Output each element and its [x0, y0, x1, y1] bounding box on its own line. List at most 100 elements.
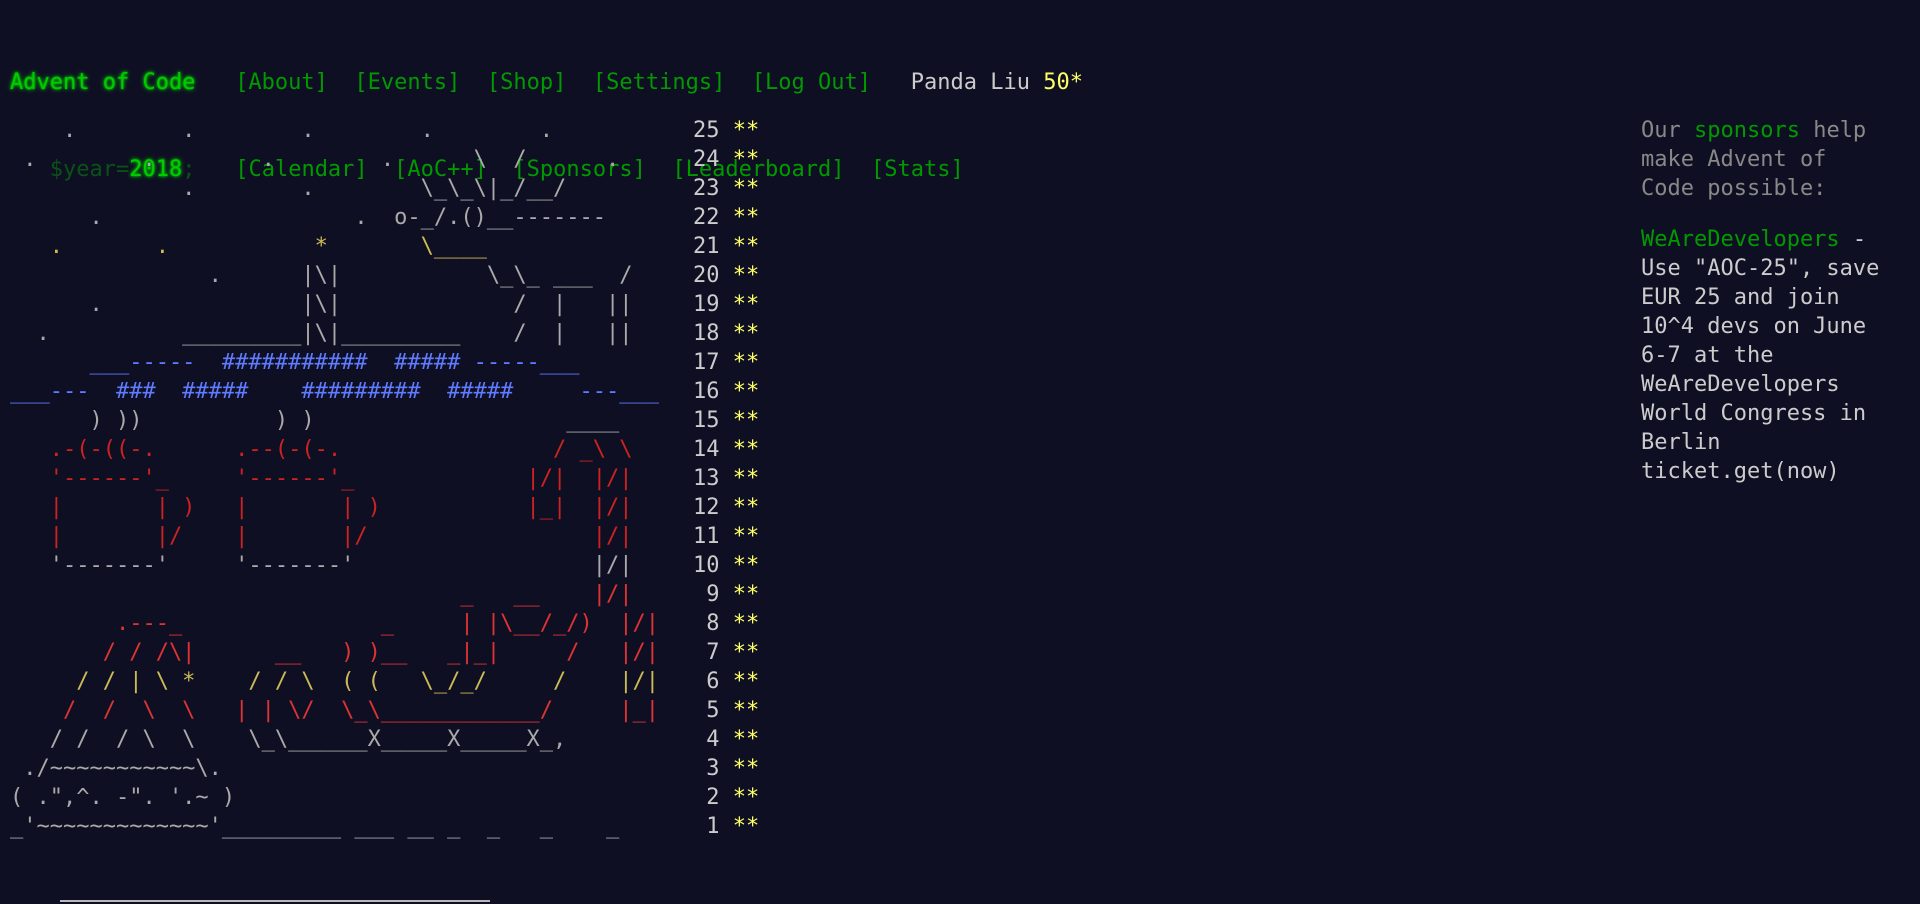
calendar-day-16[interactable]: ___--- ### ##### ######### ##### ---___ 1… — [10, 377, 759, 406]
calendar-day-24[interactable]: . . . . \ / . 24 ** — [10, 145, 759, 174]
calendar-art: . |\| \_\_ ___ / — [10, 263, 633, 288]
calendar-day-number: 3 — [693, 756, 720, 781]
nav-log-out[interactable]: [Log Out] — [752, 70, 871, 95]
calendar-day-number: 19 — [693, 292, 720, 317]
calendar-art: _ __ |/| — [10, 582, 633, 607]
calendar-day-stars: ** — [732, 698, 760, 723]
calendar-day-12[interactable]: | | ) | | ) |_| |/| 12 ** — [10, 493, 760, 522]
calendar-day-6[interactable]: / / | \ * / / \ ( ( \_/_/ / |/| 6 ** — [10, 667, 759, 696]
calendar-day-stars: ** — [732, 785, 760, 810]
calendar-day-11[interactable]: | |/ | |/ |/| 11 ** — [10, 522, 760, 551]
calendar-day-17[interactable]: ___----- ########### ##### -----___ 17 *… — [10, 348, 759, 377]
sponsor-link[interactable]: WeAreDevelopers — [1641, 227, 1840, 252]
calendar-day-stars: ** — [732, 350, 760, 375]
calendar-day-stars: ** — [732, 524, 760, 549]
calendar-day-13[interactable]: '------'_ '------'_ |/| |/| 13 ** — [10, 464, 760, 493]
calendar-day-9[interactable]: _ __ |/| 9 ** — [10, 580, 759, 609]
calendar-day-stars: ** — [732, 611, 760, 636]
calendar-art: _'~~~~~~~~~~~~~'_________ ___ __ _ _ _ _ — [10, 814, 660, 839]
calendar-day-number: 10 — [693, 553, 720, 578]
calendar-art: '------'_ '------'_ |/| |/| — [10, 466, 633, 491]
calendar-art: . . o-_/.()__------- — [10, 205, 620, 230]
horizontal-scrollbar[interactable] — [60, 900, 490, 902]
calendar-day-1[interactable]: _'~~~~~~~~~~~~~'_________ ___ __ _ _ _ _… — [10, 812, 759, 841]
calendar-day-20[interactable]: . |\| \_\_ ___ / 20 ** — [10, 261, 760, 290]
calendar-day-number: 12 — [693, 495, 720, 520]
calendar-day-number: 22 — [693, 205, 720, 230]
calendar-day-3[interactable]: ./~~~~~~~~~~~\. 3 ** — [10, 754, 759, 783]
calendar-art: ./~~~~~~~~~~~\. — [10, 756, 620, 781]
calendar-day-stars: ** — [732, 321, 760, 346]
nav-about[interactable]: [About] — [235, 70, 328, 95]
calendar-day-2[interactable]: ( .",^. -". '.~ ) 2 ** — [10, 783, 759, 812]
nav-stats[interactable]: [Stats] — [871, 157, 964, 182]
calendar-day-stars: ** — [732, 379, 760, 404]
calendar-day-number: 18 — [693, 321, 720, 346]
calendar-day-stars: ** — [732, 118, 760, 143]
calendar-day-number: 13 — [693, 466, 720, 491]
calendar-day-19[interactable]: . |\| / | || 19 ** — [10, 290, 759, 319]
calendar-day-5[interactable]: / / \ \ | | \/ \_\____________/ |_| 5 ** — [10, 696, 759, 725]
calendar-day-10[interactable]: '-------' '-------' |/| 10 ** — [10, 551, 760, 580]
calendar-day-number: 2 — [693, 785, 720, 810]
calendar-day-number: 14 — [693, 437, 720, 462]
calendar-day-21[interactable]: . . * \____ 21 ** — [10, 232, 760, 261]
header-row-1: Advent of Code [About] [Events] [Shop] [… — [10, 68, 1083, 97]
calendar-art: | |/ | |/ |/| — [10, 524, 633, 549]
sponsor-ad: WeAreDevelopers - Use "AOC-25", save EUR… — [1641, 225, 1891, 486]
user-name: Panda Liu — [910, 70, 1030, 95]
calendar-day-7[interactable]: / / /\| __ ) )__ _|_| / |/| 7 ** — [10, 638, 760, 667]
calendar-art: ___--- ### ##### ######### ##### ---___ — [10, 379, 660, 404]
calendar-art: / / / \ \ \_\______X_____X_____X_, — [10, 727, 646, 752]
calendar-day-25[interactable]: . . . . . 25 ** — [10, 116, 759, 145]
calendar: . . . . . 25 ** . . . . \ / . 24 ** . . … — [10, 116, 759, 841]
calendar-day-number: 8 — [693, 611, 720, 636]
calendar-art: . |\| / | || — [10, 292, 633, 317]
calendar-art: / / /\| __ ) )__ _|_| / |/| — [10, 640, 660, 665]
calendar-art: .-(-((-. .--(-(-. / _\ \ — [10, 437, 646, 462]
user-star-count: 50* — [1043, 70, 1083, 95]
calendar-day-number: 7 — [693, 640, 720, 665]
calendar-day-number: 15 — [693, 408, 720, 433]
calendar-day-stars: ** — [732, 205, 760, 230]
calendar-day-number: 24 — [693, 147, 720, 172]
calendar-day-8[interactable]: .---_ _ | |\__/_/) |/| 8 ** — [10, 609, 759, 638]
calendar-day-stars: ** — [732, 466, 760, 491]
calendar-day-stars: ** — [732, 437, 760, 462]
calendar-day-15[interactable]: ) )) ) ) ____ 15 ** — [10, 406, 759, 435]
calendar-day-22[interactable]: . . o-_/.()__------- 22 ** — [10, 203, 759, 232]
calendar-day-stars: ** — [732, 756, 760, 781]
calendar-day-number: 20 — [693, 263, 720, 288]
calendar-day-stars: ** — [732, 147, 760, 172]
calendar-day-23[interactable]: . . \_\_\|_/__/ 23 ** — [10, 174, 759, 203]
calendar-day-18[interactable]: . _________|\|_________ / | || 18 ** — [10, 319, 759, 348]
calendar-art: ( .",^. -". '.~ ) — [10, 785, 633, 810]
calendar-day-stars: ** — [732, 292, 760, 317]
calendar-art: .---_ _ | |\__/_/) |/| — [10, 611, 660, 636]
calendar-day-stars: ** — [732, 814, 760, 839]
calendar-day-number: 17 — [693, 350, 720, 375]
calendar-day-14[interactable]: .-(-((-. .--(-(-. / _\ \ 14 ** — [10, 435, 760, 464]
calendar-art: . . \_\_\|_/__/ — [10, 176, 633, 201]
calendar-art: . . * \____ — [10, 234, 620, 259]
calendar-art: | | ) | | ) |_| |/| — [10, 495, 633, 520]
calendar-day-stars: ** — [732, 234, 760, 259]
site-title-link[interactable]: Advent of Code — [10, 70, 195, 95]
calendar-day-stars: ** — [732, 582, 760, 607]
calendar-day-number: 1 — [693, 814, 720, 839]
nav-events[interactable]: [Events] — [354, 70, 460, 95]
calendar-day-stars: ** — [732, 669, 760, 694]
calendar-day-stars: ** — [732, 408, 760, 433]
calendar-art: / / \ \ | | \/ \_\____________/ |_| — [10, 698, 660, 723]
calendar-day-number: 5 — [693, 698, 720, 723]
sponsors-link[interactable]: sponsors — [1694, 118, 1800, 143]
calendar-day-number: 23 — [693, 176, 720, 201]
calendar-art: ) )) ) ) ____ — [10, 408, 633, 433]
calendar-day-4[interactable]: / / / \ \ \_\______X_____X_____X_, 4 ** — [10, 725, 760, 754]
nav-shop[interactable]: [Shop] — [487, 70, 566, 95]
calendar-art: '-------' '-------' |/| — [10, 553, 633, 578]
nav-settings[interactable]: [Settings] — [593, 70, 725, 95]
calendar-art: / / | \ * / / \ ( ( \_/_/ / |/| — [10, 669, 660, 694]
calendar-day-number: 11 — [693, 524, 720, 549]
calendar-day-stars: ** — [732, 640, 760, 665]
